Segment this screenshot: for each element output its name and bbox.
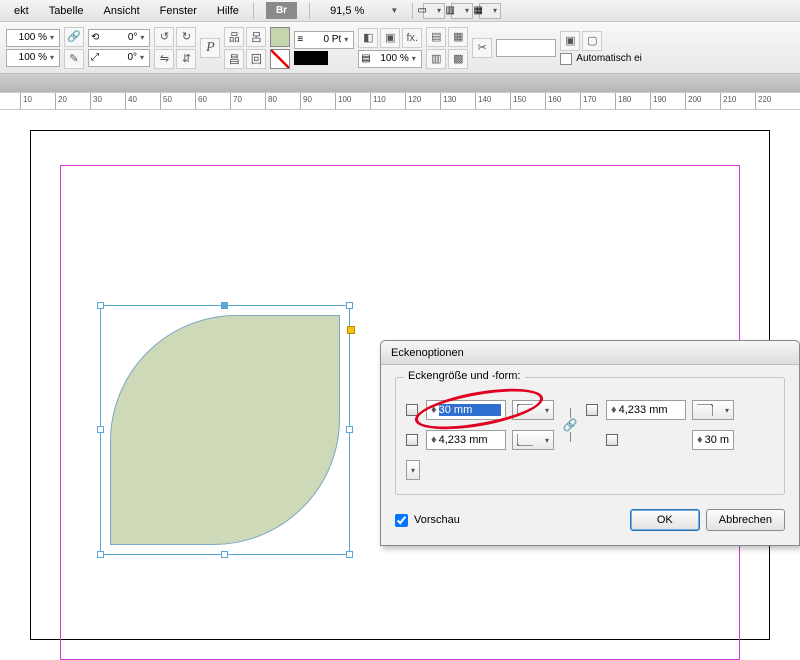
ruler-tick: 30 — [90, 93, 102, 109]
handle-top-right[interactable] — [346, 302, 353, 309]
hierarchy-icon-4[interactable]: 回 — [246, 49, 266, 69]
auto-checkbox[interactable] — [560, 53, 572, 65]
selection-bounds — [100, 305, 350, 555]
preview-label: Vorschau — [414, 514, 460, 526]
corner-tr-shape[interactable]: ▾ — [692, 400, 734, 420]
stroke-weight-combo[interactable]: ≡▾ — [294, 31, 354, 49]
fx-label[interactable]: fx. — [402, 28, 422, 48]
ruler-tick: 130 — [440, 93, 456, 109]
ruler-tick: 200 — [685, 93, 701, 109]
paragraph-icon[interactable]: P — [200, 38, 220, 58]
crop-icon[interactable]: ✂ — [472, 38, 492, 58]
gradient-icon[interactable]: ◧ — [358, 28, 378, 48]
ruler-tick: 40 — [125, 93, 137, 109]
chain-icon[interactable]: 🔗 — [64, 27, 84, 47]
menu-item-tabelle[interactable]: Tabelle — [39, 2, 94, 20]
shadow-icon[interactable]: ▣ — [380, 28, 400, 48]
menu-bar: ekt Tabelle Ansicht Fenster Hilfe Br 91,… — [0, 0, 800, 22]
ruler-tick: 110 — [370, 93, 386, 109]
auto-label: Automatisch ei — [576, 53, 642, 64]
opacity-combo-1[interactable]: ▾ — [6, 29, 60, 47]
corner-tr-icon — [586, 404, 598, 416]
pencil-icon[interactable]: ✎ — [64, 49, 84, 69]
opacity-combo-2[interactable]: ▾ — [6, 49, 60, 67]
ruler-tick: 160 — [545, 93, 561, 109]
ruler-tick: 90 — [300, 93, 312, 109]
fit-icon-2[interactable]: ▢ — [582, 31, 602, 51]
arrange-icon[interactable]: ▥▾ — [451, 3, 473, 19]
corner-br-icon — [606, 434, 618, 446]
menu-item-fenster[interactable]: Fenster — [150, 2, 207, 20]
corner-options-dialog: Eckenoptionen Eckengröße und -form: ♦ ▾ … — [380, 340, 800, 546]
stroke-none-swatch[interactable] — [270, 49, 290, 69]
ruler-tick: 20 — [55, 93, 67, 109]
ruler-tick: 210 — [720, 93, 736, 109]
menu-item-hilfe[interactable]: Hilfe — [207, 2, 249, 20]
handle-mid-right[interactable] — [346, 426, 353, 433]
screen-mode-icon[interactable]: ▭▾ — [423, 3, 445, 19]
menu-item-ansicht[interactable]: Ansicht — [94, 2, 150, 20]
wrap-icon-4[interactable]: ▩ — [448, 49, 468, 69]
ruler-tick: 190 — [650, 93, 666, 109]
corner-bl-shape[interactable]: ▾ — [512, 430, 554, 450]
flip-v-icon[interactable]: ⇵ — [176, 49, 196, 69]
wrap-icon-3[interactable]: ▥ — [426, 49, 446, 69]
wrap-icon-1[interactable]: ▤ — [426, 27, 446, 47]
corner-br-shape[interactable]: ▾ — [406, 460, 420, 480]
corner-bl-icon — [406, 434, 418, 446]
tab-strip — [0, 74, 800, 92]
menu-item-objekt[interactable]: ekt — [4, 2, 39, 20]
ruler-tick: 170 — [580, 93, 596, 109]
angle-combo-2[interactable]: ⤢▾ — [88, 49, 150, 67]
fit-icon-1[interactable]: ▣ — [560, 31, 580, 51]
horizontal-ruler: 10 20 30 40 50 60 70 80 90 100 110 120 130 140 150 160 1… — [0, 92, 800, 110]
cancel-button[interactable]: Abbrechen — [706, 509, 785, 531]
flip-h-icon[interactable]: ⇋ — [154, 49, 174, 69]
handle-bottom-left[interactable] — [97, 551, 104, 558]
zoom-dropdown-icon[interactable]: ▼ — [380, 3, 408, 18]
rotate-cw-icon[interactable]: ↻ — [176, 27, 196, 47]
fill-swatch[interactable] — [270, 27, 290, 47]
scale-combo[interactable]: ▤▾ — [358, 50, 422, 68]
bridge-badge[interactable]: Br — [266, 2, 297, 19]
hierarchy-icon-2[interactable]: 呂 — [246, 27, 266, 47]
preview-checkbox[interactable]: Vorschau — [395, 514, 460, 527]
live-corner-widget[interactable] — [347, 326, 355, 334]
preview-checkbox-input[interactable] — [395, 514, 408, 527]
corner-bl-value[interactable]: ♦ — [426, 430, 506, 450]
ruler-tick: 220 — [755, 93, 771, 109]
ok-button[interactable]: OK — [630, 509, 700, 531]
ruler-tick: 10 — [20, 93, 32, 109]
ruler-tick: 120 — [405, 93, 421, 109]
handle-bottom-mid[interactable] — [221, 551, 228, 558]
ruler-tick: 150 — [510, 93, 526, 109]
handle-top-mid[interactable] — [221, 302, 228, 309]
ruler-tick: 60 — [195, 93, 207, 109]
stroke-style[interactable] — [294, 51, 328, 65]
ruler-tick: 50 — [160, 93, 172, 109]
handle-mid-left[interactable] — [97, 426, 104, 433]
hierarchy-icon-3[interactable]: 昌 — [224, 49, 244, 69]
name-field[interactable] — [496, 39, 556, 57]
handle-top-left[interactable] — [97, 302, 104, 309]
dialog-title: Eckenoptionen — [381, 341, 799, 365]
group-label: Eckengröße und -form: — [404, 370, 525, 382]
control-toolbar: ▾ ▾ 🔗 ✎ ⟲▾ ⤢▾ ↺ ↻ ⇋ ⇵ P 品 呂 昌 回 ≡▾ — [0, 22, 800, 74]
ruler-tick: 80 — [265, 93, 277, 109]
link-corners-icon[interactable]: 🔗 — [560, 408, 580, 442]
corner-tr-value[interactable]: ♦ — [606, 400, 686, 420]
corner-size-group: Eckengröße und -form: ♦ ▾ 🔗 ♦ ▾ ♦ ▾ ♦ ▾ — [395, 377, 785, 495]
corner-br-value[interactable]: ♦ — [692, 430, 734, 450]
ruler-tick: 100 — [335, 93, 351, 109]
ruler-tick: 70 — [230, 93, 242, 109]
view-options-icon[interactable]: ▦▾ — [479, 3, 501, 19]
rotate-ccw-icon[interactable]: ↺ — [154, 27, 174, 47]
wrap-icon-2[interactable]: ▦ — [448, 27, 468, 47]
ruler-tick: 180 — [615, 93, 631, 109]
zoom-level[interactable]: 91,5 % — [320, 2, 374, 20]
ruler-tick: 140 — [475, 93, 491, 109]
handle-bottom-right[interactable] — [346, 551, 353, 558]
angle-combo-1[interactable]: ⟲▾ — [88, 29, 150, 47]
hierarchy-icon-1[interactable]: 品 — [224, 27, 244, 47]
